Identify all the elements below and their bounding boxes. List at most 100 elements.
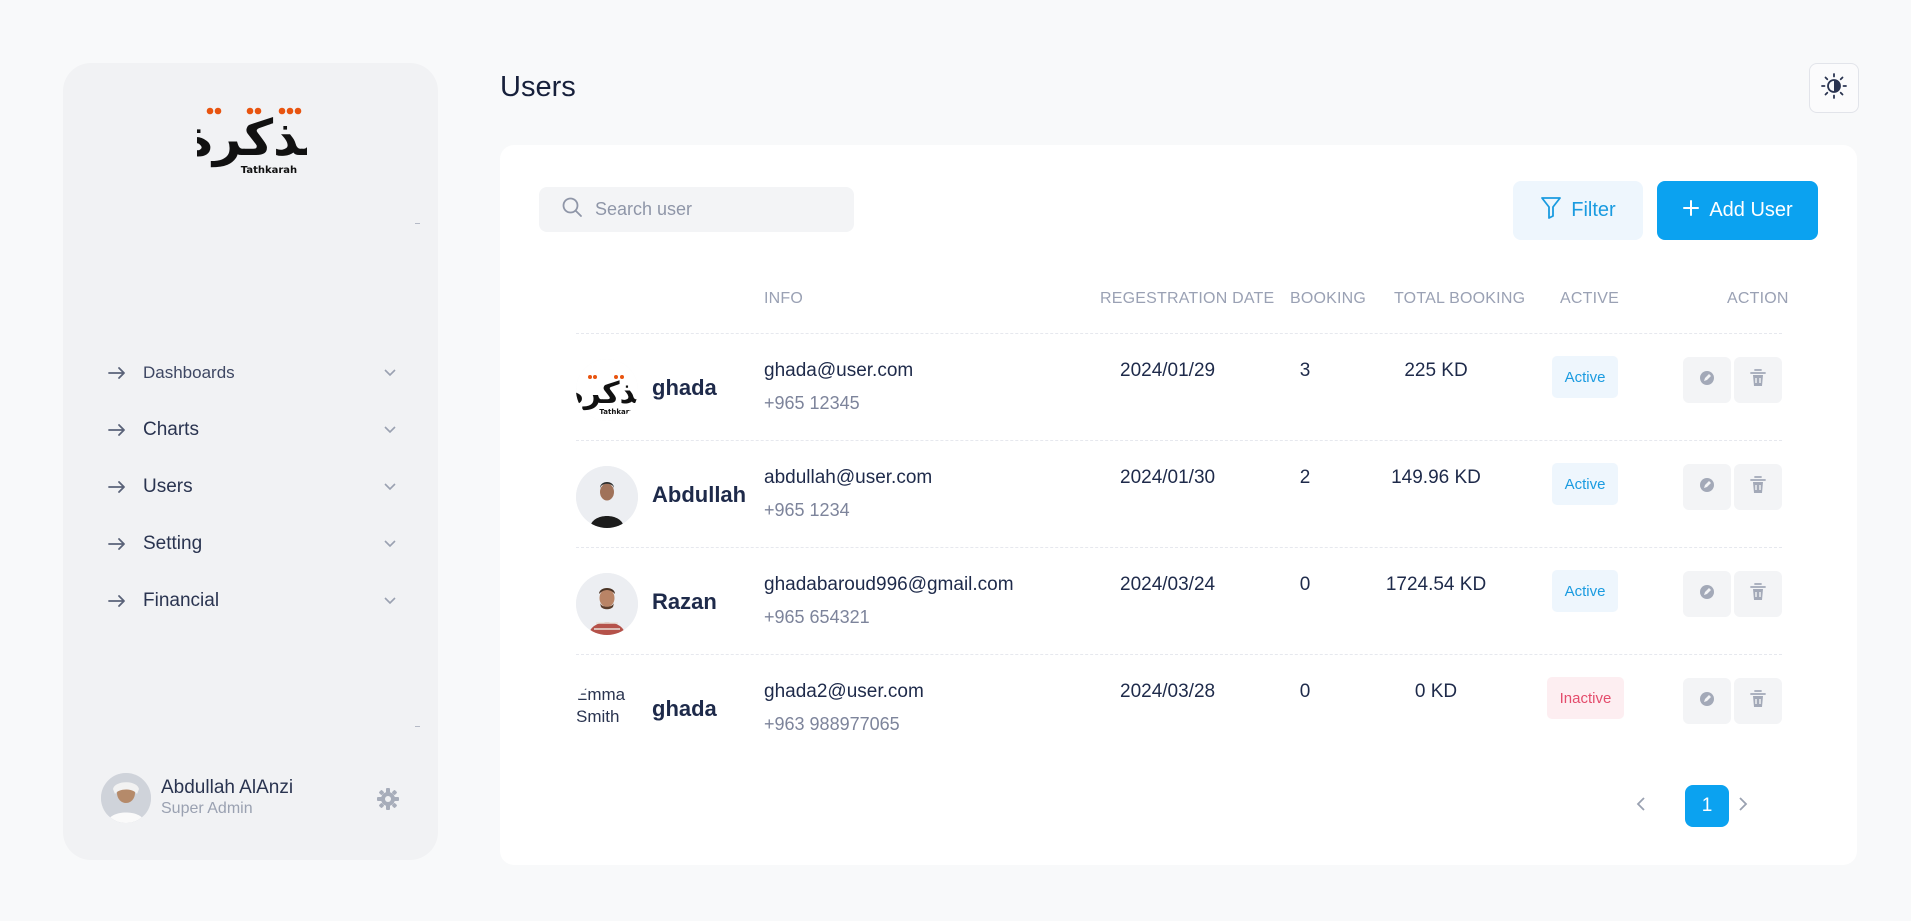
sidebar-nav: Dashboards Charts Users Setting Financia… (108, 344, 398, 629)
chevron-down-icon (384, 539, 398, 548)
user-name: ghada (652, 375, 717, 400)
registration-date: 2024/01/29 (1120, 360, 1216, 381)
user-name: Abdullah (652, 482, 747, 507)
user-email: ghada2@user.com (764, 681, 924, 702)
booking-count: 3 (1299, 360, 1311, 381)
registration-date: 2024/03/24 (1120, 574, 1216, 595)
user-email: ghadabaroud996@gmail.com (764, 574, 1014, 595)
booking-count: 2 (1299, 467, 1311, 488)
user-phone: +965 654321 (764, 607, 870, 627)
sidebar-item-users[interactable]: Users (108, 458, 398, 515)
arrow-right-icon (108, 594, 128, 608)
delete-button[interactable] (1734, 678, 1782, 724)
filter-label: Filter (1571, 199, 1616, 221)
user-phone: +965 1234 (764, 500, 850, 520)
chevron-down-icon (384, 596, 398, 605)
brand-logo[interactable]: تذكرة Tathkarah (183, 105, 321, 180)
page-title: Users (500, 71, 576, 103)
next-page-button[interactable] (1733, 785, 1753, 827)
total-booking: 225 KD (1404, 360, 1468, 381)
total-booking: 149.96 KD (1391, 467, 1481, 488)
status-badge[interactable]: Active (1552, 463, 1618, 505)
user-phone: +963 988977065 (764, 714, 900, 734)
pencil-icon (1698, 369, 1716, 392)
broken-image-alt-text: Emma Smith (576, 685, 626, 726)
svg-text:Tathkarah: Tathkarah (241, 165, 297, 176)
sidebar: تذكرة Tathkarah Dashboards Charts Users … (63, 63, 438, 860)
delete-button[interactable] (1734, 571, 1782, 617)
previous-page-button[interactable] (1631, 785, 1651, 827)
table-row: Emma Smith ghada ghada2@user.com +963 98… (576, 654, 1782, 761)
arrow-right-icon (108, 537, 128, 551)
page-number-button[interactable]: 1 (1685, 785, 1729, 827)
sun-icon (1820, 72, 1848, 105)
search-box[interactable] (539, 187, 854, 232)
filter-icon (1540, 196, 1571, 226)
filter-button[interactable]: Filter (1513, 181, 1643, 240)
user-name: ghada (652, 696, 717, 721)
add-user-button[interactable]: Add User (1657, 181, 1818, 240)
sidebar-item-financial[interactable]: Financial (108, 572, 398, 629)
sidebar-item-label: Setting (143, 532, 203, 554)
arrow-right-icon (108, 423, 128, 437)
profile-role: Super Admin (161, 800, 253, 817)
profile-name: Abdullah AlAnzi (161, 777, 294, 798)
svg-text:تذكرة: تذكرة (576, 376, 638, 411)
table-row: Abdullah abdullah@user.com +965 1234 202… (576, 440, 1782, 547)
status-badge[interactable]: Inactive (1547, 677, 1624, 719)
gear-icon[interactable] (375, 786, 401, 817)
user-profile[interactable]: Abdullah AlAnzi Super Admin (101, 773, 401, 823)
edit-button[interactable] (1683, 678, 1731, 724)
chevron-left-icon (1636, 796, 1646, 817)
scroll-tick (415, 726, 420, 727)
theme-toggle-button[interactable] (1809, 63, 1859, 113)
avatar: Emma Smith (576, 680, 638, 742)
column-header-info[interactable]: INFO (764, 290, 803, 308)
column-header-action: ACTION (1727, 290, 1789, 307)
sidebar-item-label: Users (143, 475, 193, 497)
trash-icon (1749, 475, 1767, 500)
status-badge[interactable]: Active (1552, 570, 1618, 612)
pencil-icon (1698, 583, 1716, 606)
registration-date: 2024/01/30 (1120, 467, 1216, 488)
plus-icon (1682, 199, 1709, 223)
status-badge[interactable]: Active (1552, 356, 1618, 398)
pencil-icon (1698, 690, 1716, 713)
booking-count: 0 (1299, 574, 1311, 595)
sidebar-item-label: Financial (143, 589, 220, 611)
scroll-tick (415, 223, 420, 224)
add-user-label: Add User (1709, 199, 1793, 221)
column-header-registration-date[interactable]: REGESTRATION DATE (1100, 290, 1274, 308)
chevron-down-icon (384, 482, 398, 491)
arrow-right-icon (108, 480, 128, 494)
svg-text:Tathkarr: Tathkarr (599, 408, 633, 416)
avatar (576, 466, 638, 528)
edit-button[interactable] (1683, 571, 1731, 617)
arrow-right-icon (108, 366, 128, 380)
pencil-icon (1698, 476, 1716, 499)
chevron-down-icon (384, 425, 398, 434)
column-header-total-booking[interactable]: TOTAL BOOKING (1394, 290, 1525, 308)
chevron-right-icon (1738, 796, 1748, 817)
edit-button[interactable] (1683, 357, 1731, 403)
sidebar-item-dashboards[interactable]: Dashboards (108, 344, 398, 401)
search-icon (561, 196, 583, 223)
sidebar-item-label: Dashboards (143, 362, 235, 382)
sidebar-item-charts[interactable]: Charts (108, 401, 398, 458)
column-header-booking[interactable]: BOOKING (1290, 290, 1366, 308)
edit-button[interactable] (1683, 464, 1731, 510)
delete-button[interactable] (1734, 464, 1782, 510)
users-card: Filter Add User INFO REGESTRATION DATE B… (500, 145, 1857, 865)
sidebar-item-label: Charts (143, 418, 199, 440)
search-input[interactable] (595, 199, 835, 220)
user-name: Razan (652, 589, 717, 614)
sidebar-item-setting[interactable]: Setting (108, 515, 398, 572)
column-header-active[interactable]: ACTIVE (1560, 290, 1619, 308)
table-row: Razan ghadabaroud996@gmail.com +965 6543… (576, 547, 1782, 654)
user-email: abdullah@user.com (764, 467, 933, 488)
avatar: تذكرةTathkarr (576, 359, 638, 421)
total-booking: 0 KD (1414, 681, 1458, 702)
user-phone: +965 12345 (764, 393, 860, 413)
delete-button[interactable] (1734, 357, 1782, 403)
booking-count: 0 (1299, 681, 1311, 702)
